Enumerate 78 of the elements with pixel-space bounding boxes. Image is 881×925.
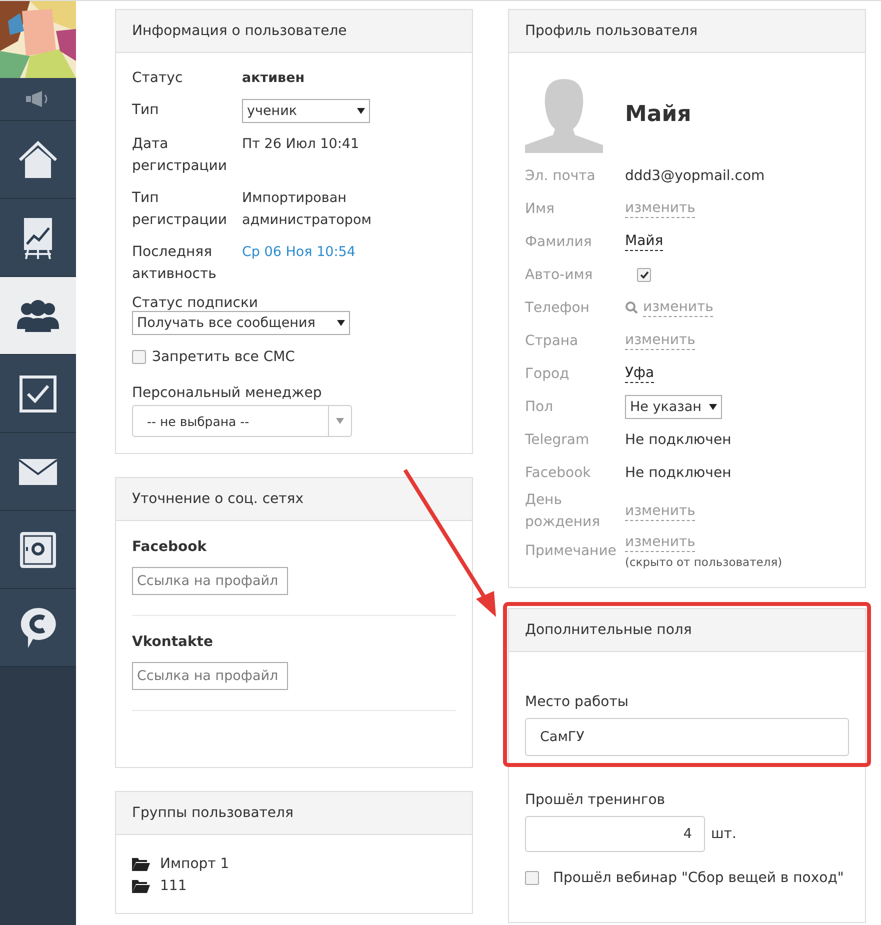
field-label: Телефон [525,298,590,318]
field-label: Страна [525,332,580,350]
field-label: Тип [132,101,160,120]
field-value: Не подключен [625,464,732,480]
caret-icon [357,108,365,114]
group-name[interactable]: 111 [160,875,187,897]
caret-icon [337,320,345,326]
sidebar-item[interactable] [0,121,76,199]
checkbox-label: Прошёл вебинар "Сбор вещей в поход" [553,870,844,886]
sidebar-item[interactable] [0,277,76,355]
users-icon [17,298,59,332]
card-title: Дополнительные поля [509,609,865,652]
field-label: Место работы [525,694,630,710]
checkmark-icon [640,270,648,278]
chart-icon [22,216,54,260]
status-value: активен [242,69,305,88]
field-label: Тип регистрации [132,189,228,230]
search-icon[interactable] [625,301,638,314]
field-value: Не подключен [625,432,732,448]
checkbox-icon [19,374,57,412]
checkbox[interactable] [525,871,539,885]
sidebar-item[interactable] [0,589,76,667]
manager-select[interactable]: -- не выбрана -- [132,405,352,437]
note-hint: (скрыто от пользователя) [625,555,782,569]
field-label: Фамилия [525,232,593,252]
caret-icon [336,418,344,424]
field-label: Facebook [525,464,592,482]
editable-value[interactable]: Уфа [625,364,654,383]
unit-label: шт. [711,826,736,842]
network-name: Vkontakte [132,634,214,650]
user-name: Майя [625,102,692,126]
sidebar-item[interactable] [0,78,76,121]
card-title: Профиль пользователя [509,10,865,53]
caret-icon [709,404,718,410]
field-label: День рождения [525,491,602,532]
field-label: Пол [525,398,554,416]
folder-icon [132,857,150,871]
chat-logo-icon [19,606,57,650]
group-name[interactable]: Импорт 1 [160,853,230,875]
field-label: Имя [525,200,556,218]
field-label: Примечание [525,542,618,561]
number-field[interactable]: 4 [525,816,705,852]
checkbox-label: Запретить все СМС [152,349,295,365]
sidebar-item[interactable] [0,511,76,589]
field-label: Статус [132,69,184,88]
folder-icon [132,879,150,893]
profile-link-field[interactable]: Ссылка на профайл [132,662,288,690]
envelope-icon [18,458,58,486]
card-title: Уточнение о соц. сетях [116,478,472,521]
text-field[interactable]: СамГУ [525,718,849,756]
field-label: Эл. почта [525,166,596,186]
profile-link-field[interactable]: Ссылка на профайл [132,567,288,595]
editable-value[interactable]: Майя [625,232,664,251]
network-name: Facebook [132,539,208,555]
sidebar-item[interactable] [0,355,76,433]
checkbox[interactable] [132,350,146,364]
field-label: Город [525,364,570,384]
field-label: Telegram [525,430,590,450]
field-value: Импортирован администратором [242,189,372,230]
card-title: Группы пользователя [116,792,472,835]
home-icon [17,140,59,180]
sidebar-item[interactable] [0,199,76,277]
field-label: Прошёл тренингов [525,792,666,808]
card-title: Информация о пользователе [116,10,472,53]
checkbox[interactable] [637,268,651,282]
subscription-select[interactable]: Получать все сообщения [132,311,350,335]
field-label: Статус подписки [132,295,259,311]
field-value: ddd3@yopmail.com [625,168,765,184]
gender-select[interactable]: Не указан [625,394,722,418]
type-select[interactable]: ученик [242,99,370,123]
field-label: Дата регистрации [132,135,228,176]
field-label: Авто-имя [525,266,594,284]
field-label: Последняя активность [132,243,218,284]
field-value: Пт 26 Июл 10:41 [242,135,360,154]
date-link[interactable]: Ср 06 Ноя 10:54 [242,241,356,285]
sidebar-item[interactable] [0,433,76,511]
field-label: Персональный менеджер [132,385,323,401]
safe-icon [19,530,57,568]
